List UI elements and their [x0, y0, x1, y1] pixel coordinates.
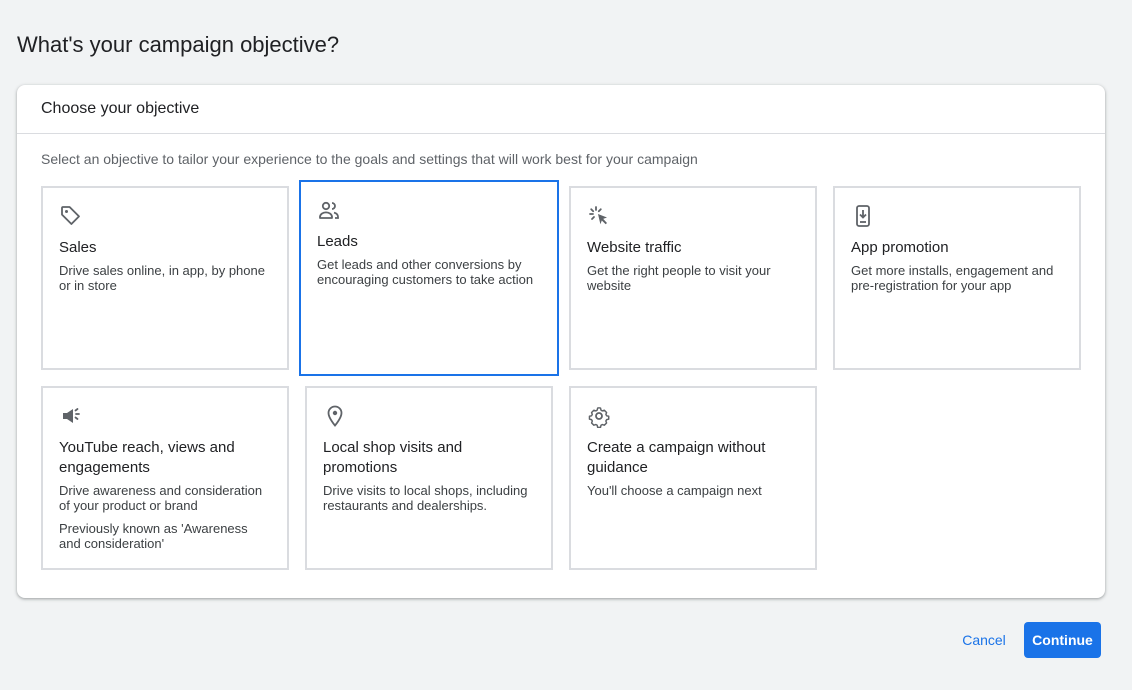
objective-card-no-guidance[interactable]: Create a campaign without guidance You'l… — [569, 386, 817, 570]
page-title: What's your campaign objective? — [17, 32, 340, 57]
cursor-click-icon — [587, 204, 611, 228]
objective-card-leads[interactable]: Leads Get leads and other conversions by… — [299, 180, 559, 376]
objective-description: You'll choose a campaign next — [587, 483, 762, 498]
objective-title: YouTube reach, views and engagements — [59, 439, 235, 476]
objective-description: Get the right people to visit your websi… — [587, 263, 771, 293]
objective-card-sales[interactable]: Sales Drive sales online, in app, by pho… — [41, 186, 289, 370]
objective-title: Leads — [317, 233, 358, 250]
objective-title: Website traffic — [587, 239, 682, 256]
continue-button[interactable]: Continue — [1024, 622, 1101, 658]
objective-description: Get more installs, engagement and pre-re… — [851, 263, 1054, 293]
objective-description: Drive awareness and consideration of you… — [59, 483, 263, 513]
objective-title: Create a campaign without guidance — [587, 439, 766, 476]
objective-description: Drive visits to local shops, including r… — [323, 483, 528, 513]
cancel-button[interactable]: Cancel — [950, 623, 1018, 657]
objective-card-app-promotion[interactable]: App promotion Get more installs, engagem… — [833, 186, 1081, 370]
objective-title: App promotion — [851, 239, 949, 256]
gear-icon — [587, 404, 611, 428]
panel-subtitle: Select an objective to tailor your exper… — [41, 151, 698, 167]
location-pin-icon — [323, 404, 347, 428]
objective-card-local-shop[interactable]: Local shop visits and promotions Drive v… — [305, 386, 553, 570]
objective-card-youtube[interactable]: YouTube reach, views and engagements Dri… — [41, 386, 289, 570]
objective-description: Get leads and other conversions by encou… — [317, 257, 534, 287]
phone-download-icon — [851, 204, 875, 228]
panel-header: Choose your objective — [17, 85, 1105, 134]
people-icon — [317, 198, 341, 222]
tag-icon — [59, 204, 83, 228]
objective-description: Drive sales online, in app, by phone or … — [59, 263, 265, 293]
megaphone-icon — [59, 404, 83, 428]
objective-title: Sales — [59, 239, 97, 256]
objective-note: Previously known as 'Awareness and consi… — [59, 521, 248, 551]
objective-card-website-traffic[interactable]: Website traffic Get the right people to … — [569, 186, 817, 370]
objective-title: Local shop visits and promotions — [323, 439, 463, 476]
